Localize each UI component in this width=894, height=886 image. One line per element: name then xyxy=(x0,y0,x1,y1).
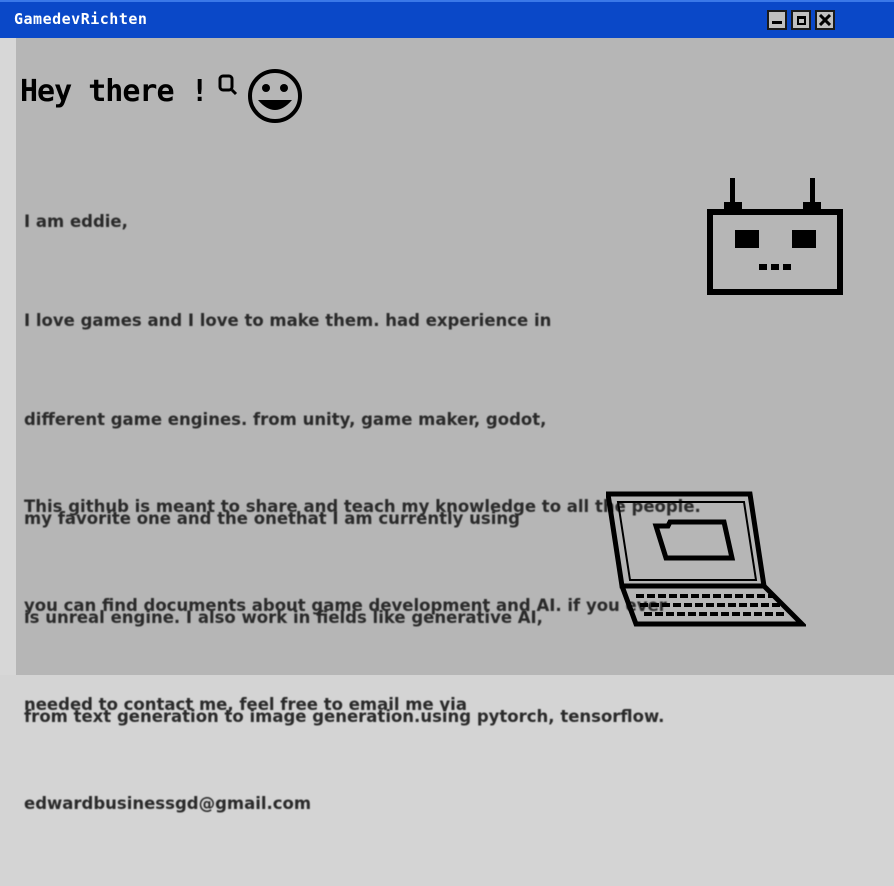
maximize-button[interactable] xyxy=(791,10,811,30)
intro-line: I love games and I love to make them. ha… xyxy=(24,311,552,330)
email-address[interactable]: edwardbusinessgd@gmail.com xyxy=(24,787,701,820)
minimize-button[interactable] xyxy=(767,10,787,30)
minimize-icon xyxy=(772,20,782,24)
intro-line: I am eddie, xyxy=(24,212,128,231)
content-area: Hey there ! I am eddie, I love games and… xyxy=(16,38,894,813)
close-icon xyxy=(819,14,831,26)
left-edge xyxy=(0,38,16,675)
app-window: GamedevRichten Hey there ! I am eddie, I… xyxy=(0,0,894,813)
github-paragraph: This github is meant to share and teach … xyxy=(24,424,701,886)
title-bar[interactable]: GamedevRichten xyxy=(0,0,894,38)
github-line: you can find documents about game develo… xyxy=(24,596,667,615)
smiley-icon xyxy=(218,69,302,123)
github-line: This github is meant to share and teach … xyxy=(24,497,701,516)
close-button[interactable] xyxy=(815,10,835,30)
laptop-folder-icon xyxy=(606,491,806,627)
maximize-icon xyxy=(796,15,806,25)
robot-icon xyxy=(707,178,843,295)
github-line: needed to contact me, feel free to email… xyxy=(24,695,467,714)
page-title: Hey there ! xyxy=(20,74,209,109)
window-title: GamedevRichten xyxy=(14,10,148,28)
